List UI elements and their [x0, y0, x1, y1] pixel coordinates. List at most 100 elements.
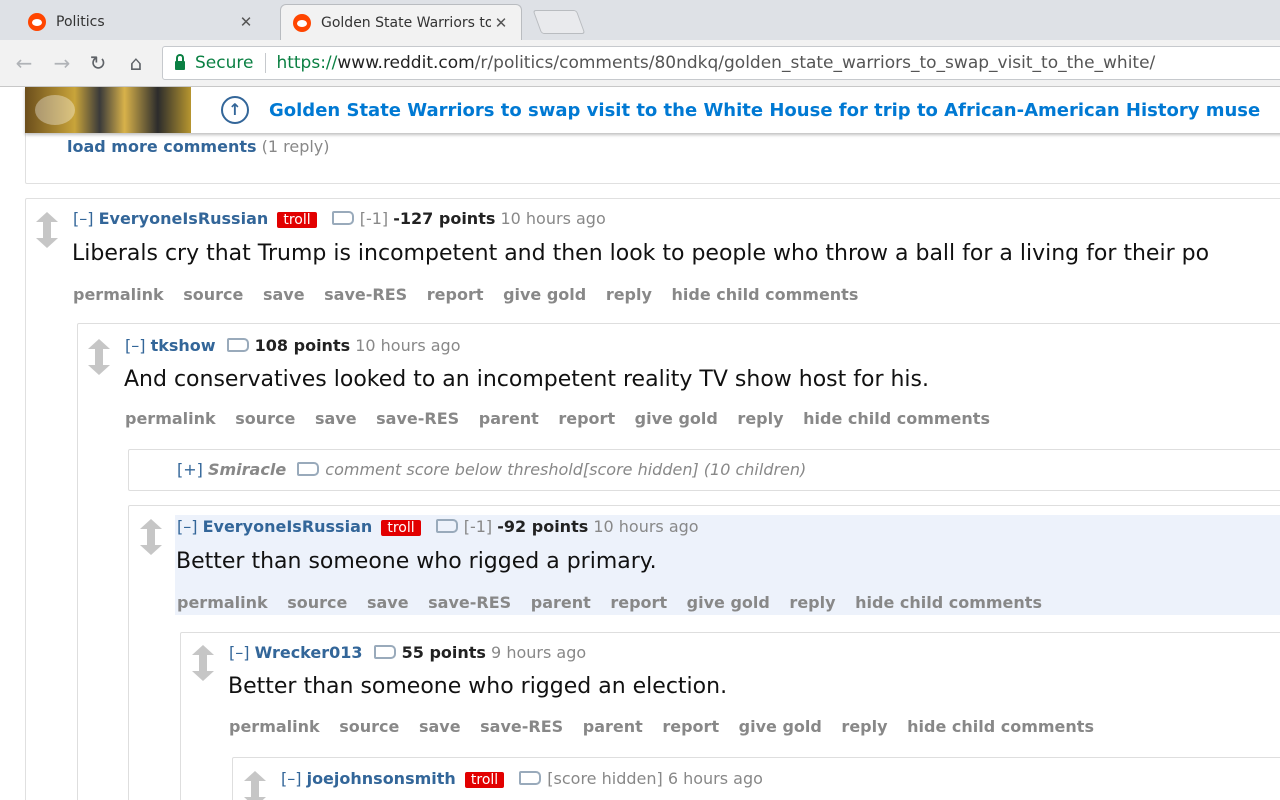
report-button[interactable]: report	[427, 285, 484, 304]
parent-button[interactable]: parent	[479, 409, 539, 428]
comment-author[interactable]: Wrecker013	[255, 643, 363, 662]
save-button[interactable]: save	[315, 409, 357, 428]
comment-body: Liberals cry that Trump is incompetent a…	[72, 241, 1210, 266]
lock-icon	[175, 54, 185, 70]
permalink-button[interactable]: permalink	[229, 717, 320, 736]
reply-button[interactable]: reply	[789, 593, 835, 612]
user-flair-badge: troll	[381, 520, 421, 536]
close-tab-icon[interactable]: ✕	[491, 14, 511, 32]
post-thumbnail[interactable]	[25, 87, 191, 133]
collapse-toggle[interactable]: [–]	[73, 209, 93, 228]
comment-buttons: permalink source save save-RES report gi…	[73, 285, 872, 304]
downvote-arrow-icon[interactable]	[192, 663, 214, 681]
report-button[interactable]: report	[558, 409, 615, 428]
reload-icon[interactable]: ↻	[86, 52, 110, 74]
give-gold-button[interactable]: give gold	[503, 285, 586, 304]
parent-button[interactable]: parent	[583, 717, 643, 736]
home-icon[interactable]: ⌂	[124, 52, 148, 74]
hide-child-comments-button[interactable]: hide child comments	[803, 409, 990, 428]
upvote-arrow-icon[interactable]	[36, 212, 58, 230]
give-gold-button[interactable]: give gold	[635, 409, 718, 428]
reddit-favicon-icon	[293, 14, 311, 32]
reply-button[interactable]: reply	[737, 409, 783, 428]
url-path: /r/politics/comments/80ndkq/golden_state…	[474, 53, 1156, 73]
comment-author[interactable]: joejohnsonsmith	[307, 769, 456, 788]
reply-button[interactable]: reply	[841, 717, 887, 736]
parent-button[interactable]: parent	[531, 593, 591, 612]
save-button[interactable]: save	[367, 593, 409, 612]
forward-arrow-icon[interactable]: →	[50, 52, 74, 74]
downvote-arrow-icon[interactable]	[36, 230, 58, 248]
comment-score: -92 points	[497, 517, 589, 536]
tag-icon[interactable]	[435, 519, 458, 533]
children-count: (10 children)	[703, 460, 807, 479]
save-res-button[interactable]: save-RES	[480, 717, 563, 736]
close-tab-icon[interactable]: ✕	[236, 13, 256, 31]
source-button[interactable]: source	[339, 717, 399, 736]
comment-author[interactable]: tkshow	[151, 336, 216, 355]
source-button[interactable]: source	[235, 409, 295, 428]
tag-icon[interactable]	[226, 338, 249, 352]
load-more-link[interactable]: load more comments	[67, 137, 257, 156]
score-threshold-note: comment score below threshold[score hidd…	[325, 460, 699, 479]
downvote-arrow-icon[interactable]	[88, 357, 110, 375]
source-button[interactable]: source	[183, 285, 243, 304]
divider	[265, 53, 267, 73]
report-button[interactable]: report	[662, 717, 719, 736]
collapse-toggle[interactable]: [–]	[177, 517, 197, 536]
give-gold-button[interactable]: give gold	[739, 717, 822, 736]
save-res-button[interactable]: save-RES	[376, 409, 459, 428]
give-gold-button[interactable]: give gold	[687, 593, 770, 612]
post-title[interactable]: Golden State Warriors to swap visit to t…	[269, 100, 1260, 121]
expand-toggle[interactable]: [+]	[177, 460, 203, 479]
hide-child-comments-button[interactable]: hide child comments	[672, 285, 859, 304]
comment-buttons: permalink source save save-RES parent re…	[177, 593, 1056, 612]
page-content: ↑ Golden State Warriors to swap visit to…	[0, 87, 1280, 800]
comment-tagline: [–] joejohnsonsmith troll [score hidden]…	[281, 769, 763, 788]
permalink-button[interactable]: permalink	[73, 285, 164, 304]
comment-buttons: permalink source save save-RES parent re…	[229, 717, 1108, 736]
comment-buttons: permalink source save save-RES parent re…	[125, 409, 1004, 428]
collapse-toggle[interactable]: [–]	[125, 336, 145, 355]
tab-golden-state[interactable]: Golden State Warriors to ✕	[280, 4, 522, 41]
controversy-score: [-1]	[359, 209, 389, 228]
collapse-toggle[interactable]: [–]	[229, 643, 249, 662]
back-arrow-icon[interactable]: ←	[12, 52, 36, 74]
save-button[interactable]: save	[419, 717, 461, 736]
source-button[interactable]: source	[287, 593, 347, 612]
comment-time: 6 hours ago	[667, 769, 763, 788]
new-tab-button[interactable]	[532, 10, 586, 34]
comment-time: 10 hours ago	[593, 517, 699, 536]
load-more-count: (1 reply)	[261, 137, 330, 156]
tag-icon[interactable]	[373, 645, 396, 659]
permalink-button[interactable]: permalink	[177, 593, 268, 612]
comment-tagline: [–] Wrecker013 55 points 9 hours ago	[229, 643, 586, 662]
comment-author[interactable]: EveryoneIsRussian	[99, 209, 269, 228]
hide-child-comments-button[interactable]: hide child comments	[907, 717, 1094, 736]
comment-body: Better than someone who rigged a primary…	[176, 549, 657, 574]
save-button[interactable]: save	[263, 285, 305, 304]
upvote-arrow-icon[interactable]	[244, 771, 266, 789]
tag-icon[interactable]	[297, 462, 320, 476]
tab-title: Politics	[56, 14, 105, 30]
upvote-circle-icon[interactable]: ↑	[221, 96, 249, 124]
permalink-button[interactable]: permalink	[125, 409, 216, 428]
comment-author[interactable]: EveryoneIsRussian	[203, 517, 373, 536]
address-bar[interactable]: Secure https:// www.reddit.com /r/politi…	[162, 46, 1280, 80]
upvote-arrow-icon[interactable]	[140, 519, 162, 537]
hide-child-comments-button[interactable]: hide child comments	[855, 593, 1042, 612]
save-res-button[interactable]: save-RES	[324, 285, 407, 304]
reply-button[interactable]: reply	[606, 285, 652, 304]
tab-politics[interactable]: Politics ✕	[16, 4, 266, 40]
save-res-button[interactable]: save-RES	[428, 593, 511, 612]
tag-icon[interactable]	[331, 211, 354, 225]
report-button[interactable]: report	[610, 593, 667, 612]
tag-icon[interactable]	[519, 771, 542, 785]
comment-author[interactable]: Smiracle	[208, 460, 286, 479]
collapse-toggle[interactable]: [–]	[281, 769, 301, 788]
downvote-arrow-icon[interactable]	[140, 537, 162, 555]
tab-title: Golden State Warriors to	[321, 15, 491, 31]
user-flair-badge: troll	[464, 772, 505, 788]
upvote-arrow-icon[interactable]	[192, 645, 214, 663]
upvote-arrow-icon[interactable]	[88, 339, 110, 357]
